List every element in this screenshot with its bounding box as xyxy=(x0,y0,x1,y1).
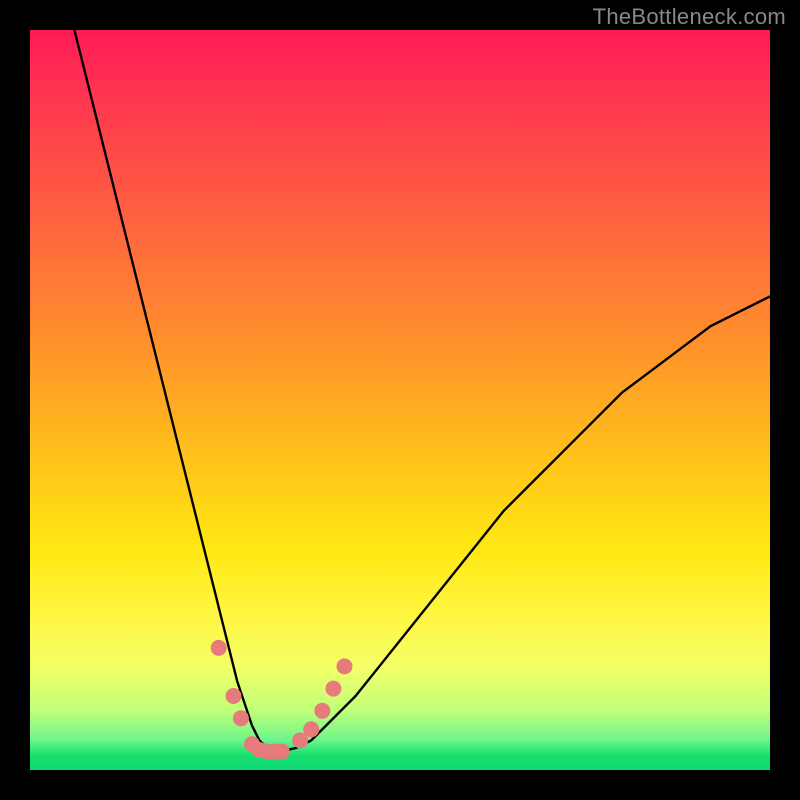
chart-frame: TheBottleneck.com xyxy=(0,0,800,800)
plot-area xyxy=(30,30,770,770)
watermark-text: TheBottleneck.com xyxy=(593,4,786,30)
